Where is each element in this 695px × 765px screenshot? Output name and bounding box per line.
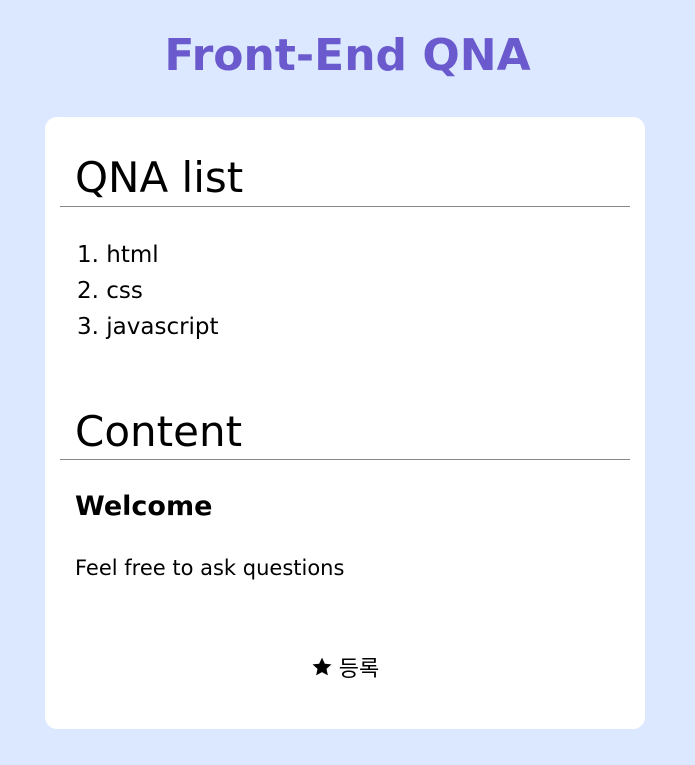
star-icon [311, 656, 333, 678]
content-text: Feel free to ask questions [75, 556, 345, 580]
qna-list-item-javascript[interactable]: 3. javascript [77, 309, 219, 345]
list-item-number: 3. [77, 314, 99, 340]
main-card: QNA list 1. html 2. css 3. javascript Co… [45, 117, 645, 729]
list-item-label: html [106, 242, 159, 268]
qna-list-item-html[interactable]: 1. html [77, 237, 219, 273]
register-button[interactable]: 등록 [295, 647, 395, 687]
content-heading: Content [75, 407, 243, 456]
list-item-label: css [106, 278, 143, 304]
qna-list-heading: QNA list [75, 153, 244, 202]
qna-list-item-css[interactable]: 2. css [77, 273, 219, 309]
content-title: Welcome [75, 491, 213, 522]
list-item-number: 1. [77, 242, 99, 268]
register-button-label: 등록 [338, 657, 380, 682]
qna-list: 1. html 2. css 3. javascript [77, 237, 219, 345]
content-divider [60, 459, 630, 460]
list-item-label: javascript [106, 314, 219, 340]
page-title: Front-End QNA [164, 30, 531, 81]
qna-list-divider [60, 206, 630, 207]
list-item-number: 2. [77, 278, 99, 304]
